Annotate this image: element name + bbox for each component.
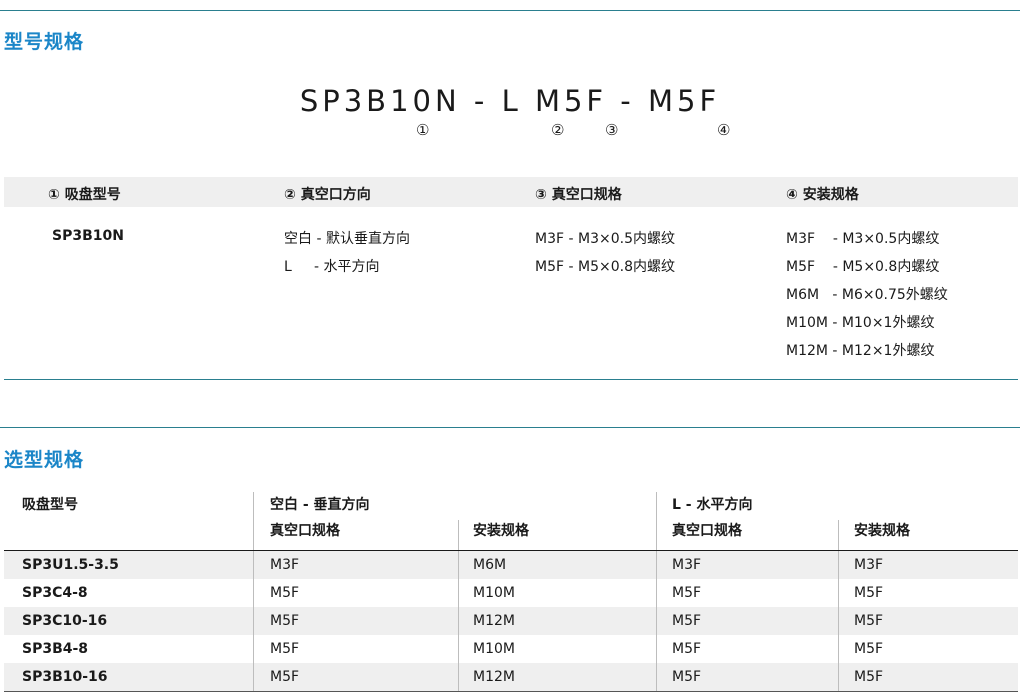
sel-cup-model: SP3C10-16: [22, 613, 108, 629]
sel-col-divider: [838, 551, 839, 691]
sel-mount-vertical: M12M: [473, 669, 515, 685]
marker-1: ①: [416, 121, 430, 139]
table-row: SP3U1.5-3.5 M3F M6M M3F M3F: [4, 551, 1018, 579]
marker-3: ③: [605, 121, 619, 139]
spec-vacuum-port-option: M3F - M3×0.5内螺纹: [535, 231, 675, 247]
sel-cup-model: SP3B4-8: [22, 641, 89, 657]
spec-mount-option: M10M - M10×1外螺纹: [786, 315, 935, 331]
model-code: SP3B10N - L M5F - M5F: [299, 84, 721, 118]
spec-bottom-divider: [4, 379, 1018, 380]
sel-header-mount-a: 安装规格: [473, 523, 529, 539]
sel-vacuum-port-vertical: M5F: [270, 613, 300, 629]
spec-header-mount: ④ 安装规格: [786, 187, 859, 203]
sel-mount-vertical: M12M: [473, 613, 515, 629]
spec-header-cup-model: ① 吸盘型号: [48, 187, 121, 203]
sel-mount-horizontal: M5F: [854, 669, 884, 685]
spec-mount-option: M6M - M6×0.75外螺纹: [786, 287, 948, 303]
sel-cup-model: SP3B10-16: [22, 669, 108, 685]
spec-direction-option: L - 水平方向: [284, 259, 380, 275]
sel-col-divider: [656, 551, 657, 691]
sel-vacuum-port-horizontal: M5F: [672, 585, 702, 601]
table-row: SP3C4-8 M5F M10M M5F M5F: [4, 579, 1018, 607]
sel-mount-vertical: M6M: [473, 557, 507, 573]
spec-mount-option: M5F - M5×0.8内螺纹: [786, 259, 940, 275]
sel-mount-vertical: M10M: [473, 585, 515, 601]
table-row: SP3C10-16 M5F M12M M5F M5F: [4, 607, 1018, 635]
sel-cup-model: SP3C4-8: [22, 585, 88, 601]
sel-divider-group-a: [253, 492, 254, 552]
table-row: SP3B4-8 M5F M10M M5F M5F: [4, 635, 1018, 663]
sel-vacuum-port-vertical: M5F: [270, 585, 300, 601]
sel-vacuum-port-vertical: M3F: [270, 557, 300, 573]
marker-4: ④: [717, 121, 731, 139]
selection-divider: [0, 427, 1020, 428]
sel-mount-horizontal: M5F: [854, 585, 884, 601]
sel-col-divider: [458, 551, 459, 691]
sel-divider-group-b: [656, 492, 657, 552]
sel-header-vacuum-port-b: 真空口规格: [672, 523, 742, 539]
selection-spec-title: 选型规格: [4, 449, 85, 471]
spec-vacuum-port-option: M5F - M5×0.8内螺纹: [535, 259, 675, 275]
sel-header-cup-model: 吸盘型号: [22, 497, 78, 513]
spec-mount-option: M3F - M3×0.5内螺纹: [786, 231, 940, 247]
sel-vacuum-port-vertical: M5F: [270, 641, 300, 657]
marker-2: ②: [551, 121, 565, 139]
spec-cup-model-value: SP3B10N: [52, 228, 124, 244]
sel-header-vacuum-port-a: 真空口规格: [270, 523, 340, 539]
sel-vacuum-port-horizontal: M5F: [672, 669, 702, 685]
table-row: SP3B10-16 M5F M12M M5F M5F: [4, 663, 1018, 691]
sel-vacuum-port-vertical: M5F: [270, 669, 300, 685]
spec-header-band: [4, 177, 1018, 207]
sel-vacuum-port-horizontal: M5F: [672, 613, 702, 629]
top-divider: [0, 10, 1020, 11]
sel-bottom-rule: [4, 691, 1018, 692]
sel-divider-sub-a: [458, 520, 459, 552]
model-spec-title: 型号规格: [4, 31, 85, 53]
sel-mount-vertical: M10M: [473, 641, 515, 657]
sel-mount-horizontal: M3F: [854, 557, 884, 573]
sel-col-divider: [253, 551, 254, 691]
spec-header-vacuum-port: ③ 真空口规格: [535, 187, 622, 203]
sel-vacuum-port-horizontal: M3F: [672, 557, 702, 573]
sel-header-mount-b: 安装规格: [854, 523, 910, 539]
spec-direction-option: 空白 - 默认垂直方向: [284, 231, 410, 247]
sel-vacuum-port-horizontal: M5F: [672, 641, 702, 657]
spec-header-vacuum-direction: ② 真空口方向: [284, 187, 371, 203]
sel-mount-horizontal: M5F: [854, 613, 884, 629]
sel-mount-horizontal: M5F: [854, 641, 884, 657]
sel-cup-model: SP3U1.5-3.5: [22, 557, 119, 573]
sel-header-group-vertical: 空白 - 垂直方向: [270, 497, 370, 513]
spec-mount-option: M12M - M12×1外螺纹: [786, 343, 935, 359]
sel-header-group-horizontal: L - 水平方向: [672, 497, 753, 513]
sel-divider-sub-b: [838, 520, 839, 552]
